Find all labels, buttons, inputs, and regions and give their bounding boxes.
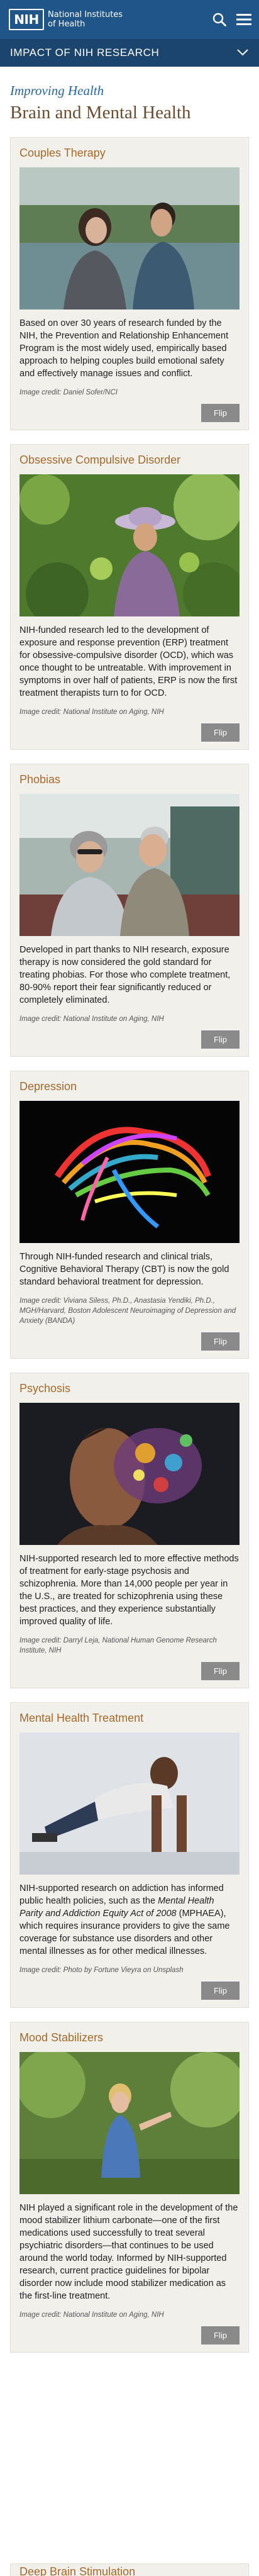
section-dropdown[interactable]: IMPACT OF NIH RESEARCH — [0, 39, 259, 67]
brain-tractography-image — [19, 1101, 240, 1243]
logo-text: National Institutes of Health — [48, 10, 123, 29]
image-credit: Image credit: National Institute on Agin… — [19, 708, 164, 716]
card-body: Based on over 30 years of research funde… — [19, 318, 229, 379]
nih-logo[interactable]: NIH National Institutes of Health — [9, 9, 123, 30]
logo-line-2: of Health — [48, 20, 85, 29]
page-subtitle: Improving Health — [10, 83, 104, 98]
flip-button[interactable]: Flip — [201, 1982, 240, 2000]
flip-button[interactable]: Flip — [201, 723, 240, 742]
card-deep-brain-stimulation: Deep Brain Stimulation — [10, 2563, 249, 2576]
card-title: Obsessive Compulsive Disorder — [19, 454, 181, 466]
gardener-photo — [19, 474, 240, 616]
card-title: Phobias — [19, 773, 61, 786]
card-body: Developed in part thanks to NIH research… — [19, 945, 231, 1005]
pushup-photo — [19, 1732, 240, 1875]
card-depression: Depression Through NIH-funded research a… — [10, 1071, 249, 1359]
card-psychosis: Psychosis NIH-supported research led to … — [10, 1373, 249, 1688]
card-phobias: Phobias Developed in part thanks to NIH … — [10, 764, 249, 1057]
card-mood-stabilizers: Mood Stabilizers NIH played a significan… — [10, 2022, 249, 2353]
brain-illustration — [19, 1403, 240, 1545]
image-credit: Image credit: National Institute on Agin… — [19, 2311, 164, 2319]
logo-mark: NIH — [9, 9, 44, 30]
dancing-woman-photo — [19, 2052, 240, 2194]
card-title: Deep Brain Stimulation — [19, 2565, 136, 2576]
section-title: IMPACT OF NIH RESEARCH — [10, 47, 160, 59]
flip-button[interactable]: Flip — [201, 1030, 240, 1049]
card-body: NIH-supported research led to more effec… — [19, 1554, 239, 1627]
card-body: NIH played a significant role in the dev… — [19, 2203, 238, 2301]
page-title: Brain and Mental Health — [10, 103, 191, 123]
couple-photo — [19, 167, 240, 309]
card-body: NIH-funded research led to the developme… — [19, 625, 238, 698]
bus-passengers-photo — [19, 794, 240, 936]
card-mental-health-treatment: Mental Health Treatment NIH-supported re… — [10, 1702, 249, 2008]
card-title: Psychosis — [19, 1382, 71, 1395]
flip-button[interactable]: Flip — [201, 1662, 240, 1680]
image-credit: Image credit: Photo by Fortune Vieyra on… — [19, 1966, 184, 1974]
flip-button[interactable]: Flip — [201, 1332, 240, 1351]
image-credit: Image credit: Daniel Sofer/NCI — [19, 389, 118, 396]
logo-line-1: National Institutes — [48, 10, 123, 20]
card-couples-therapy: Couples Therapy Based on over 30 years o… — [10, 137, 249, 430]
site-header: NIH National Institutes of Health — [0, 0, 259, 39]
flip-button[interactable]: Flip — [201, 404, 240, 422]
card-ocd: Obsessive Compulsive Disorder NIH-funded… — [10, 444, 249, 750]
image-credit: Image credit: Viviana Siless, Ph.D., Ana… — [19, 1297, 236, 1325]
card-title: Depression — [19, 1080, 77, 1093]
chevron-down-icon — [236, 47, 249, 59]
image-credit: Image credit: National Institute on Agin… — [19, 1015, 164, 1023]
card-body: Through NIH-funded research and clinical… — [19, 1252, 229, 1287]
menu-icon[interactable] — [236, 13, 251, 26]
card-title: Mental Health Treatment — [19, 1712, 144, 1724]
search-icon[interactable] — [212, 13, 226, 26]
card-title: Couples Therapy — [19, 147, 106, 159]
card-title: Mood Stabilizers — [19, 2031, 104, 2044]
image-credit: Image credit: Darryl Leja, National Huma… — [19, 1637, 217, 1654]
flip-button[interactable]: Flip — [201, 2326, 240, 2345]
card-body: NIH-supported research on addiction has … — [19, 1882, 240, 1958]
